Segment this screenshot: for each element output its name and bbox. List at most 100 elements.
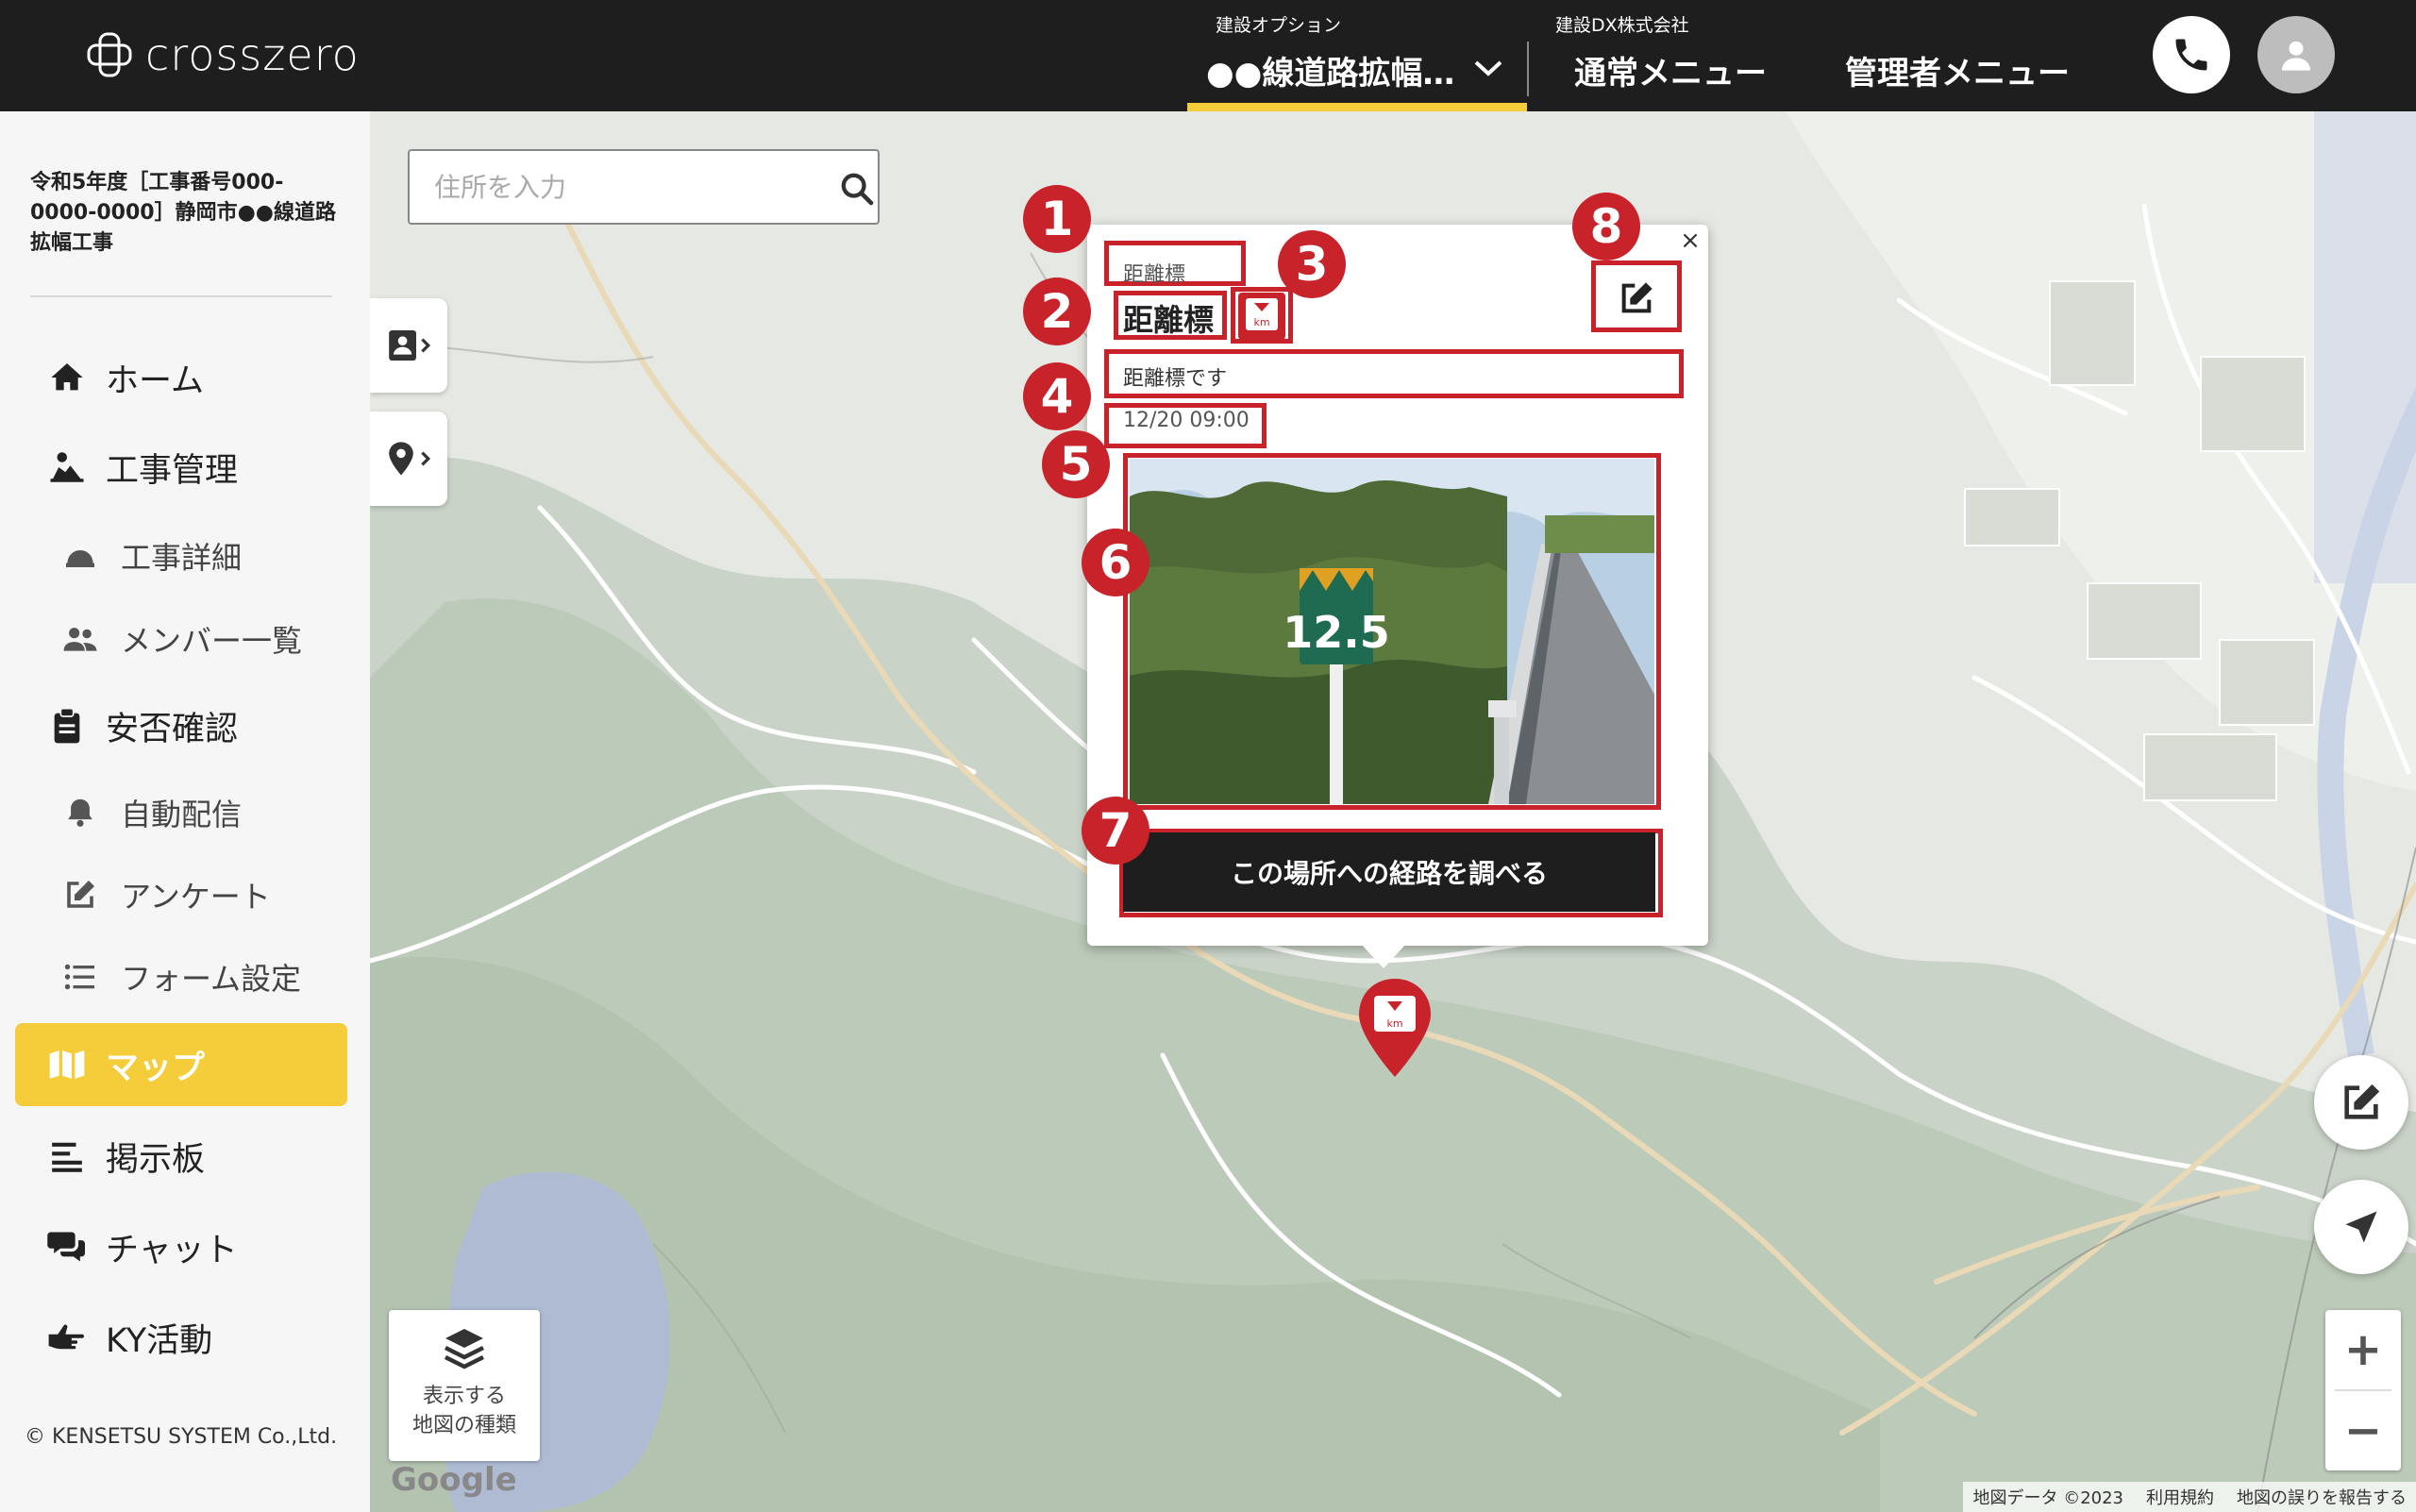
- annotation-badge-1: 1: [1023, 185, 1091, 253]
- chat-icon: [47, 1227, 87, 1267]
- sidebar-item-label: フォーム設定: [121, 961, 302, 997]
- board-icon: [47, 1136, 87, 1176]
- sidebar-item-label: チャット: [106, 1231, 238, 1269]
- normal-menu-tab[interactable]: 建設DX株式会社 通常メニュー: [1555, 0, 1772, 111]
- sidebar-item-ky-activity[interactable]: KY活動: [15, 1296, 347, 1379]
- marker-photo[interactable]: 12.5: [1130, 459, 1654, 804]
- sidebar-item-home[interactable]: ホーム: [15, 336, 347, 419]
- map-edit-button[interactable]: [2314, 1055, 2408, 1150]
- popup-edit-button[interactable]: [1595, 266, 1678, 330]
- admin-menu-label: 管理者メニュー: [1845, 55, 2070, 92]
- location-pin-icon: [389, 442, 431, 476]
- search-icon[interactable]: [838, 170, 876, 208]
- sidebar-item-auto-delivery[interactable]: 自動配信: [15, 771, 347, 854]
- sidebar-item-label: 掲示板: [106, 1140, 206, 1179]
- current-location-button[interactable]: [2314, 1180, 2408, 1274]
- zoom-in-button[interactable]: +: [2325, 1310, 2401, 1389]
- contact-panel-toggle[interactable]: [370, 298, 447, 393]
- company-caption: 建設DX株式会社: [1555, 15, 1689, 36]
- sidebar-item-label: 安否確認: [106, 710, 239, 748]
- map-type-label-2: 地図の種類: [411, 1414, 516, 1437]
- crosszero-logo[interactable]: crosszero: [85, 26, 360, 83]
- svg-text:km: km: [1386, 1017, 1402, 1030]
- annotation-badge-3: 3: [1278, 230, 1346, 298]
- project-selector[interactable]: 建設オプション ●●線道路拡幅…: [1187, 0, 1527, 111]
- phone-icon: [2175, 39, 2207, 71]
- marker-timestamp: 12/20 09:00: [1123, 409, 1250, 432]
- construction-worker-icon: [47, 447, 87, 487]
- annotation-badge-5: 5: [1042, 430, 1110, 498]
- terms-link[interactable]: 利用規約: [2146, 1485, 2214, 1509]
- list-icon: [62, 959, 98, 995]
- annotation-badge-6: 6: [1082, 529, 1149, 596]
- sidebar-item-label: 工事詳細: [121, 540, 243, 576]
- sidebar-item-label: ホーム: [106, 361, 204, 400]
- sidebar-item-label: アンケート: [121, 879, 271, 915]
- map-icon: [47, 1045, 87, 1084]
- km-icon-text: km: [1253, 316, 1269, 328]
- nav-divider: [1527, 42, 1529, 96]
- km-post-photo: 12.5: [1130, 459, 1654, 804]
- copyright-text: © KENSETSU SYSTEM Co.,Ltd.: [25, 1425, 338, 1449]
- sidebar-item-label: メンバー一覧: [121, 623, 303, 659]
- annotation-badge-4: 4: [1023, 362, 1091, 430]
- annotation-badge-7: 7: [1082, 797, 1149, 865]
- report-error-link[interactable]: 地図の誤りを報告する: [2237, 1485, 2407, 1509]
- km-post-pin-icon: km: [1359, 979, 1431, 1077]
- zoom-out-button[interactable]: −: [2325, 1391, 2401, 1470]
- sidebar-item-form-settings[interactable]: フォーム設定: [15, 935, 347, 1018]
- hand-point-icon: [47, 1318, 87, 1357]
- chevron-down-icon: [1474, 60, 1502, 76]
- home-icon: [47, 358, 87, 397]
- sidebar-item-chat[interactable]: チャット: [15, 1205, 347, 1288]
- km-post-icon: km: [1238, 293, 1285, 340]
- distance-marker-pin[interactable]: km: [1355, 977, 1434, 1081]
- map-attribution: 地図データ ©2023 利用規約 地図の誤りを報告する: [1963, 1482, 2416, 1512]
- attribution-text: 地図データ ©2023: [1972, 1488, 2123, 1508]
- sidebar-item-board[interactable]: 掲示板: [15, 1115, 347, 1198]
- logo-mark-icon: [87, 32, 132, 77]
- user-avatar-button[interactable]: [2257, 16, 2335, 93]
- top-header: crosszero 建設オプション ●●線道路拡幅… 建設DX株式会社 通常メニ…: [0, 0, 2416, 111]
- google-logo: Google: [391, 1461, 517, 1499]
- sidebar-item-safety[interactable]: 安否確認: [15, 684, 347, 767]
- sidebar-item-label: 工事管理: [106, 451, 239, 490]
- admin-menu-tab[interactable]: 管理者メニュー: [1845, 0, 2072, 111]
- bell-icon: [62, 795, 98, 831]
- edit-icon: [2344, 1084, 2380, 1119]
- phone-button[interactable]: [2153, 16, 2230, 93]
- sidebar-item-label: マップ: [106, 1049, 206, 1087]
- hard-hat-icon: [62, 538, 98, 574]
- normal-menu-label: 通常メニュー: [1574, 55, 1767, 92]
- sidebar: 令和5年度［工事番号000-0000-0000］静岡市●●線道路拡幅工事 ホーム…: [0, 111, 370, 1512]
- annotation-badge-8: 8: [1572, 193, 1640, 260]
- sidebar-divider: [30, 295, 332, 297]
- project-caption: 建設オプション: [1216, 15, 1342, 36]
- location-panel-toggle[interactable]: [370, 412, 447, 506]
- marker-title: 距離標: [1123, 302, 1215, 338]
- sidebar-item-survey[interactable]: アンケート: [15, 853, 347, 936]
- marker-description: 距離標です: [1123, 367, 1228, 391]
- edit-icon: [62, 877, 98, 913]
- route-search-button[interactable]: この場所への経路を調べる: [1123, 832, 1655, 912]
- popup-pointer: [1361, 944, 1406, 968]
- zoom-control: + −: [2325, 1310, 2401, 1470]
- address-search-input[interactable]: [432, 166, 800, 208]
- sidebar-item-construction-detail[interactable]: 工事詳細: [15, 514, 347, 597]
- marker-category-label: 距離標: [1123, 263, 1186, 287]
- layers-icon: [445, 1329, 484, 1369]
- sidebar-item-construction[interactable]: 工事管理: [15, 426, 347, 509]
- popup-close-button[interactable]: ×: [1676, 227, 1704, 255]
- contact-card-icon: [389, 330, 431, 361]
- logo-text: crosszero: [145, 29, 360, 80]
- photo-sign-text: 12.5: [1283, 607, 1390, 658]
- annotation-badge-2: 2: [1023, 277, 1091, 345]
- address-search-box[interactable]: [408, 149, 880, 225]
- map-type-label-1: 表示する: [422, 1385, 506, 1408]
- map-type-button[interactable]: 表示する 地図の種類: [389, 1310, 540, 1461]
- sidebar-item-label: KY活動: [106, 1321, 213, 1360]
- sidebar-item-member-list[interactable]: メンバー一覧: [15, 597, 347, 680]
- edit-icon: [1621, 282, 1653, 313]
- sidebar-item-map[interactable]: マップ: [15, 1023, 347, 1106]
- users-icon: [62, 621, 98, 657]
